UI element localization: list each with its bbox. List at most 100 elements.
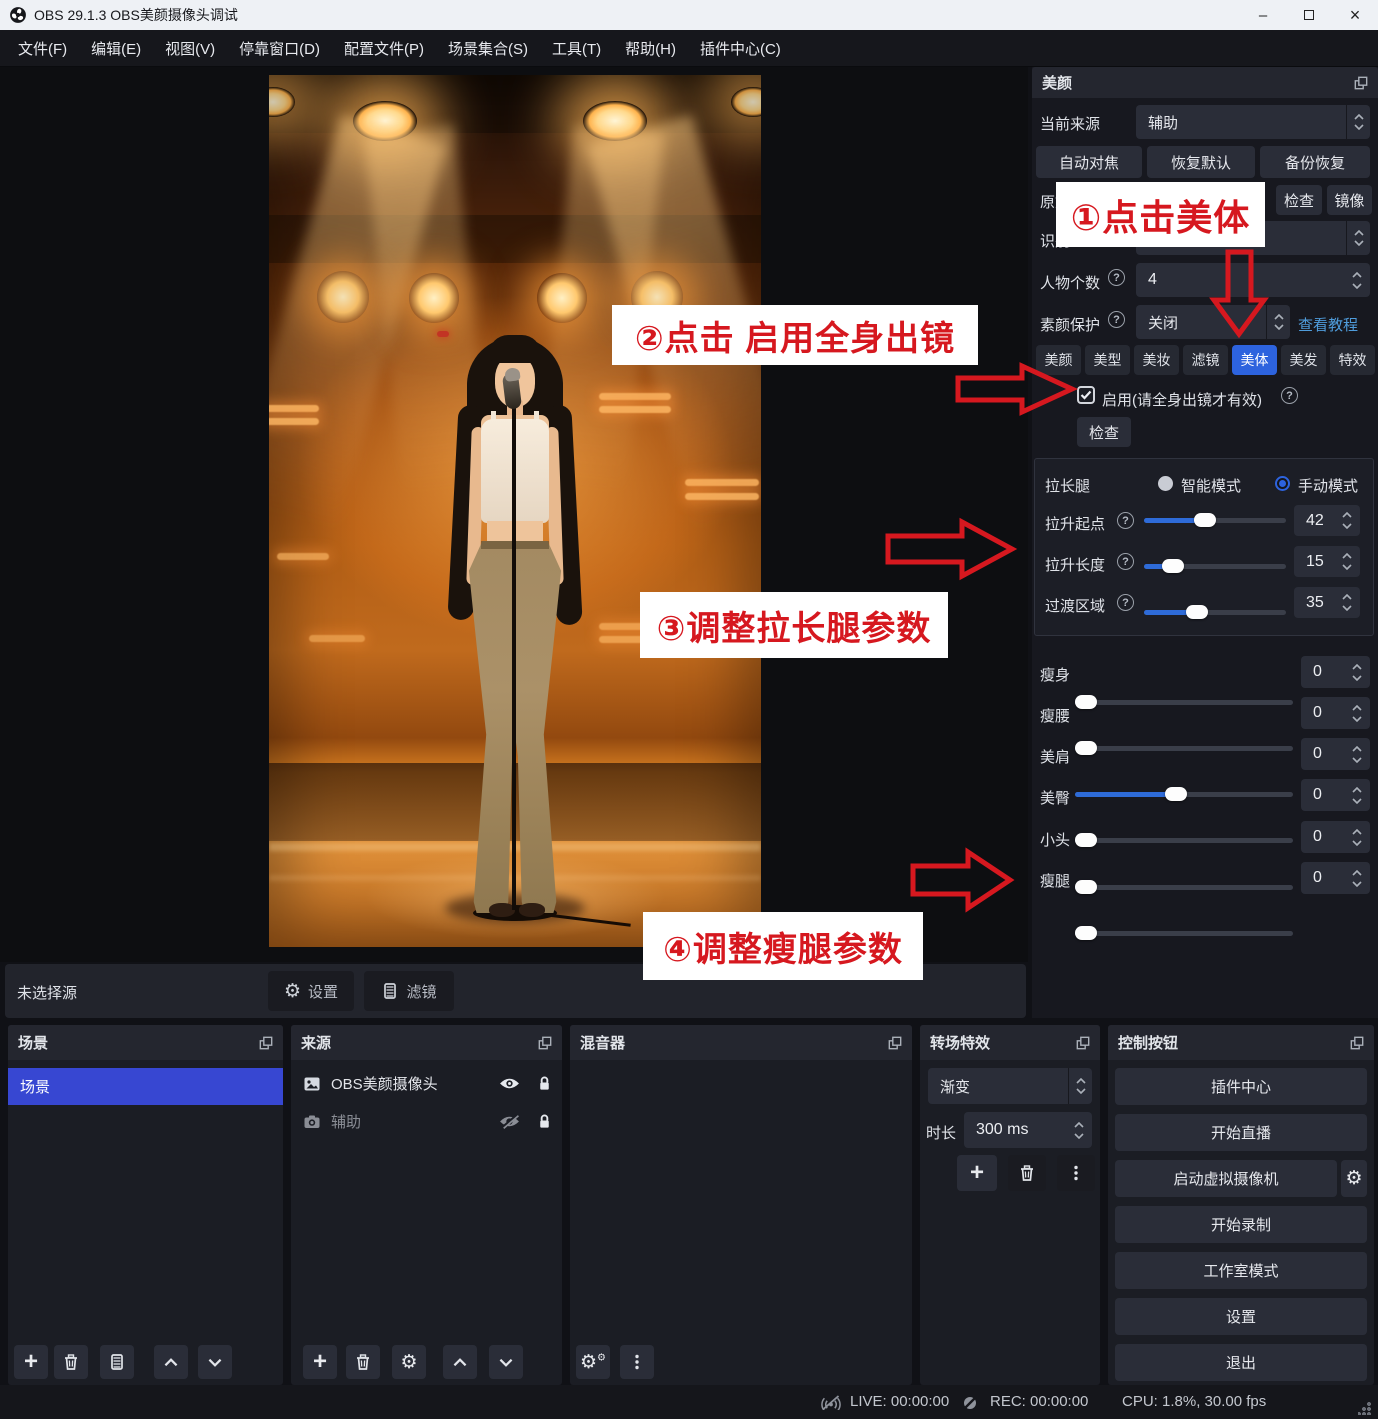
small-head-spinbox[interactable]: 0 [1301,821,1370,853]
popout-icon[interactable] [1076,1036,1090,1050]
source-filters-button[interactable]: 滤镜 [364,971,454,1011]
menu-profile[interactable]: 配置文件(P) [332,30,436,66]
beautify-shoulder-spinbox[interactable]: 0 [1301,738,1370,770]
tab-beauty-face[interactable]: 美颜 [1036,345,1081,375]
check-button-2[interactable]: 检查 [1077,417,1131,447]
slim-waist-slider[interactable] [1075,741,1293,755]
lock-icon[interactable] [536,1113,553,1130]
slim-waist-spinbox[interactable]: 0 [1301,697,1370,729]
resize-grip[interactable] [1358,1401,1372,1415]
scene-move-down-button[interactable] [198,1345,232,1379]
source-move-up-button[interactable] [443,1345,477,1379]
lift-length-slider[interactable] [1144,559,1286,573]
chevron-down-icon[interactable] [1352,283,1362,289]
help-icon[interactable]: ? [1108,311,1125,328]
settings-button[interactable]: 设置 [1115,1298,1367,1335]
remove-scene-button[interactable] [54,1345,88,1379]
tab-filter[interactable]: 滤镜 [1183,345,1228,375]
help-icon[interactable]: ? [1117,512,1134,529]
lift-length-spinbox[interactable]: 15 [1294,546,1360,577]
mirror-button[interactable]: 镜像 [1327,185,1372,215]
help-icon[interactable]: ? [1108,269,1125,286]
popout-icon[interactable] [259,1036,273,1050]
lift-start-spinbox[interactable]: 42 [1294,505,1360,536]
chevron-up-icon[interactable] [1074,1122,1084,1128]
current-source-select[interactable]: 辅助 [1136,105,1370,139]
backup-restore-button[interactable]: 备份恢复 [1260,146,1370,178]
source-row-aux[interactable]: 辅助 [303,1111,553,1132]
menu-docks[interactable]: 停靠窗口(D) [227,30,332,66]
menu-tools[interactable]: 工具(T) [540,30,613,66]
menu-plugin-center[interactable]: 插件中心(C) [688,30,793,66]
restore-default-button[interactable]: 恢复默认 [1147,146,1255,178]
scene-move-up-button[interactable] [154,1345,188,1379]
enable-checkbox[interactable] [1077,386,1095,404]
transition-zone-spinbox[interactable]: 35 [1294,587,1360,618]
source-properties-gear-button[interactable]: ⚙ [392,1345,426,1379]
menu-edit[interactable]: 编辑(E) [79,30,153,66]
source-row-camera[interactable]: OBS美颜摄像头 [303,1073,553,1094]
scene-filters-button[interactable] [100,1345,134,1379]
slim-leg-spinbox[interactable]: 0 [1301,862,1370,894]
tab-makeup[interactable]: 美妆 [1134,345,1179,375]
base-protect-select[interactable]: 关闭 [1136,305,1290,339]
remove-transition-button[interactable] [1008,1155,1046,1191]
exit-button[interactable]: 退出 [1115,1344,1367,1381]
add-scene-button[interactable]: + [14,1345,48,1379]
beautify-hip-slider[interactable] [1075,833,1293,847]
slim-body-slider[interactable] [1075,695,1293,709]
lock-icon[interactable] [536,1075,553,1092]
eye-off-icon[interactable] [499,1114,520,1129]
tutorial-link[interactable]: 查看教程 [1298,314,1358,335]
smart-mode-radio[interactable] [1158,476,1173,491]
eye-icon[interactable] [499,1076,520,1091]
slim-body-spinbox[interactable]: 0 [1301,656,1370,688]
tab-body[interactable]: 美体 [1232,345,1277,375]
autofocus-button[interactable]: 自动对焦 [1036,146,1142,178]
start-virtual-camera-button[interactable]: 启动虚拟摄像机 [1115,1160,1337,1197]
manual-mode-radio[interactable] [1275,476,1290,491]
transition-menu-button[interactable] [1057,1155,1095,1191]
mixer-menu-button[interactable] [620,1345,654,1379]
tab-hair[interactable]: 美发 [1281,345,1326,375]
menu-view[interactable]: 视图(V) [153,30,227,66]
menu-help[interactable]: 帮助(H) [613,30,688,66]
small-head-slider[interactable] [1075,880,1293,894]
plugin-center-button[interactable]: 插件中心 [1115,1068,1367,1105]
add-transition-button[interactable]: + [957,1155,997,1191]
help-icon[interactable]: ? [1117,553,1134,570]
transition-type-select[interactable]: 渐变 [928,1068,1092,1104]
mixer-settings-button[interactable]: ⚙⚙ [576,1345,610,1379]
tab-face-shape[interactable]: 美型 [1085,345,1130,375]
help-icon[interactable]: ? [1117,594,1134,611]
studio-mode-button[interactable]: 工作室模式 [1115,1252,1367,1289]
beautify-shoulder-slider[interactable] [1075,787,1293,801]
person-count-spinbox[interactable]: 4 [1136,263,1370,297]
virtual-camera-settings-button[interactable]: ⚙ [1341,1160,1367,1197]
transition-duration-spinbox[interactable]: 300 ms [964,1112,1092,1148]
tab-effects[interactable]: 特效 [1330,345,1375,375]
add-source-button[interactable]: + [303,1345,337,1379]
popout-icon[interactable] [1350,1036,1364,1050]
popout-icon[interactable] [888,1036,902,1050]
check-button[interactable]: 检查 [1276,185,1322,215]
source-properties-button[interactable]: ⚙ 设置 [268,971,354,1011]
minimize-button[interactable]: – [1240,0,1286,30]
slim-leg-slider[interactable] [1075,926,1293,940]
help-icon[interactable]: ? [1281,387,1298,404]
remove-source-button[interactable] [346,1345,380,1379]
popout-icon[interactable] [538,1036,552,1050]
transition-zone-slider[interactable] [1144,605,1286,619]
source-move-down-button[interactable] [489,1345,523,1379]
start-recording-button[interactable]: 开始录制 [1115,1206,1367,1243]
chevron-down-icon[interactable] [1074,1133,1084,1139]
start-streaming-button[interactable]: 开始直播 [1115,1114,1367,1151]
popout-icon[interactable] [1354,76,1368,90]
close-button[interactable]: × [1332,0,1378,30]
chevron-up-icon[interactable] [1352,272,1362,278]
menu-scene-collection[interactable]: 场景集合(S) [436,30,540,66]
menu-file[interactable]: 文件(F) [6,30,79,66]
lift-start-slider[interactable] [1144,513,1286,527]
maximize-button[interactable] [1286,0,1332,30]
scene-list-item[interactable]: 场景 [8,1068,283,1105]
